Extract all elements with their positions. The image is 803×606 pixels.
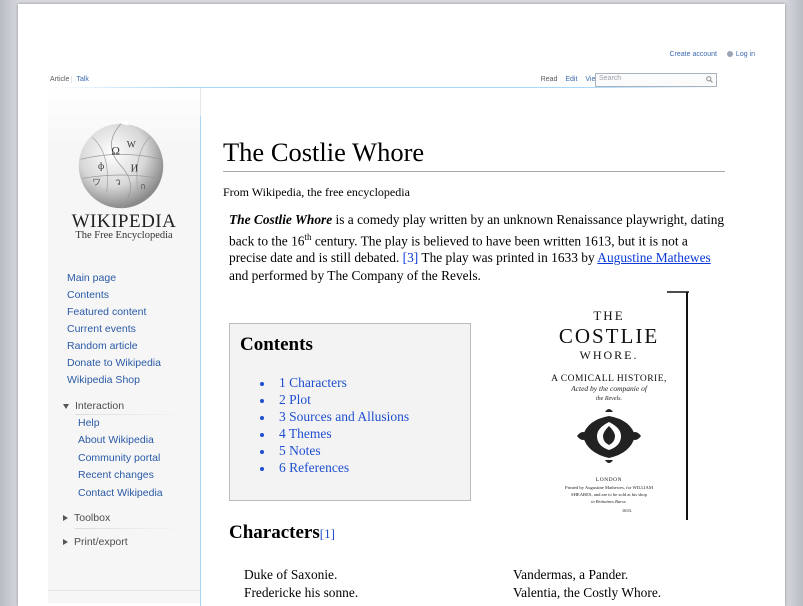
title-page-image[interactable]: THE COSTLIE WHORE. A COMICALL HISTORIE, … (517, 288, 701, 524)
sidebar-item-community-portal[interactable]: Community portal (78, 450, 163, 467)
toc-list: 1 Characters 2 Plot 3 Sources and Allusi… (260, 374, 409, 476)
sidebar-item-help[interactable]: Help (78, 415, 163, 432)
printexport-portal-toggle[interactable]: Print/export (63, 536, 128, 548)
svg-text:ワ: ワ (92, 177, 101, 187)
content-border (200, 116, 201, 606)
bullet-icon (260, 432, 264, 437)
bullet-icon (260, 415, 264, 420)
sidebar-item-contact[interactable]: Contact Wikipedia (78, 485, 163, 502)
toc-item-label: 1 Characters (279, 375, 347, 390)
figure-text: in Brittaines Burse. (591, 499, 627, 504)
search-icon[interactable] (706, 76, 713, 83)
interaction-label: Interaction (75, 400, 125, 412)
sidebar-item-about[interactable]: About Wikipedia (78, 432, 163, 449)
toc-title: Contents (240, 334, 313, 355)
portal-divider (75, 528, 185, 529)
svg-text:ф: ф (98, 161, 104, 172)
toc-item[interactable]: 3 Sources and Allusions (260, 408, 409, 425)
toc-item-label: 3 Sources and Allusions (279, 409, 410, 424)
chevron-right-icon (63, 515, 68, 522)
toc-item[interactable]: 4 Themes (260, 425, 409, 442)
sidebar-item-featured-content[interactable]: Featured content (67, 304, 161, 321)
toc-item[interactable]: 1 Characters (260, 374, 409, 391)
figure-text: 1633. (622, 508, 632, 513)
lead-text: The play was printed in 1633 by (418, 250, 598, 266)
tab-read[interactable]: Read (541, 76, 558, 83)
chevron-right-icon (63, 539, 68, 546)
tab-talk[interactable]: Talk (71, 76, 90, 83)
personal-tools: Create account Log in (663, 51, 755, 58)
bullet-icon (260, 398, 264, 403)
wikipedia-globe-logo[interactable]: Ω W ф И ว ワ ก (73, 116, 169, 212)
character-entry: Duke of Saxonie. (244, 567, 338, 582)
wikipedia-tagline: The Free Encyclopedia (75, 230, 173, 241)
svg-text:ก: ก (140, 181, 145, 191)
citation-link-1[interactable]: [1] (320, 526, 335, 541)
toc-item[interactable]: 5 Notes (260, 442, 409, 459)
bullet-icon (260, 449, 264, 454)
login-link[interactable]: Log in (736, 51, 755, 58)
character-entry: Fredericke his sonne. (244, 584, 359, 600)
lead-paragraph: The Costlie Whore is a comedy play writt… (229, 211, 729, 284)
table-of-contents: Contents 1 Characters 2 Plot 3 Sources a… (229, 323, 471, 501)
citation-link-3[interactable]: [3] (403, 250, 419, 265)
sidebar-item-recent-changes[interactable]: Recent changes (78, 467, 163, 484)
svg-text:W: W (127, 140, 137, 151)
sidebar-item-current-events[interactable]: Current events (67, 321, 161, 338)
user-icon (726, 51, 733, 58)
lead-superscript: th (304, 231, 312, 242)
figure-text: COSTLIE (559, 324, 659, 348)
toc-item-label: 2 Plot (279, 392, 311, 407)
chevron-down-icon (63, 403, 69, 409)
section-heading-text: Characters (229, 522, 320, 543)
search-input[interactable]: Search (595, 73, 717, 87)
figure-text: the Revels. (596, 396, 622, 402)
create-account-link[interactable]: Create account (669, 51, 716, 58)
search-placeholder: Search (599, 75, 622, 82)
printexport-label: Print/export (74, 536, 128, 548)
lead-text: and performed by The Company of the Reve… (229, 267, 481, 283)
namespace-tabs: Article Talk (48, 76, 91, 83)
page-title: The Costlie Whore (223, 137, 425, 167)
window-frame-right (785, 0, 803, 606)
toc-item-label: 5 Notes (279, 443, 321, 458)
sidebar-footer-panel (48, 590, 200, 603)
bullet-icon (260, 381, 264, 386)
sidebar-navigation: Main page Contents Featured content Curr… (67, 270, 161, 389)
svg-text:Ω: Ω (111, 145, 120, 157)
toc-item-label: 6 References (279, 460, 350, 475)
sidebar-item-contents[interactable]: Contents (67, 287, 161, 304)
tab-article[interactable]: Article (48, 76, 71, 83)
characters-list-left: Duke of Saxonie. Fredericke his sonne. (244, 566, 358, 601)
sidebar-item-donate[interactable]: Donate to Wikipedia (67, 355, 161, 372)
window-frame-left (0, 0, 18, 606)
figure-text: LONDON (596, 477, 622, 483)
tab-edit[interactable]: Edit (565, 76, 577, 83)
title-underline (223, 171, 725, 172)
sidebar-item-shop[interactable]: Wikipedia Shop (67, 372, 161, 389)
section-heading-characters: Characters[1] (229, 522, 335, 544)
site-subtitle: From Wikipedia, the free encyclopedia (223, 185, 410, 199)
characters-list-right: Vandermas, a Pander. Valentia, the Costl… (513, 566, 661, 601)
toc-item[interactable]: 6 References (260, 459, 409, 476)
toc-item[interactable]: 2 Plot (260, 391, 409, 408)
svg-text:ว: ว (115, 177, 120, 188)
svg-text:И: И (131, 164, 139, 175)
lead-title: The Costlie Whore (229, 212, 333, 227)
toc-item-label: 4 Themes (279, 426, 332, 441)
bullet-icon (260, 466, 264, 471)
figure-text: Acted by the companie of (570, 384, 648, 393)
toolbox-portal-toggle[interactable]: Toolbox (63, 512, 110, 524)
interaction-portal-toggle[interactable]: Interaction (63, 400, 124, 412)
figure-text: THE (593, 308, 624, 323)
interaction-navigation: Help About Wikipedia Community portal Re… (78, 415, 163, 502)
character-entry: Vandermas, a Pander. (513, 567, 629, 582)
figure-text: WHORE. (580, 348, 639, 362)
sidebar-item-main-page[interactable]: Main page (67, 270, 161, 287)
toolbox-label: Toolbox (74, 512, 111, 524)
figure-text: A COMICALL HISTORIE, (551, 374, 667, 384)
link-augustine-mathewes[interactable]: Augustine Mathewes (597, 250, 710, 265)
character-entry: Valentia, the Costly Whore. (513, 584, 662, 600)
sidebar-item-random-article[interactable]: Random article (67, 338, 161, 355)
